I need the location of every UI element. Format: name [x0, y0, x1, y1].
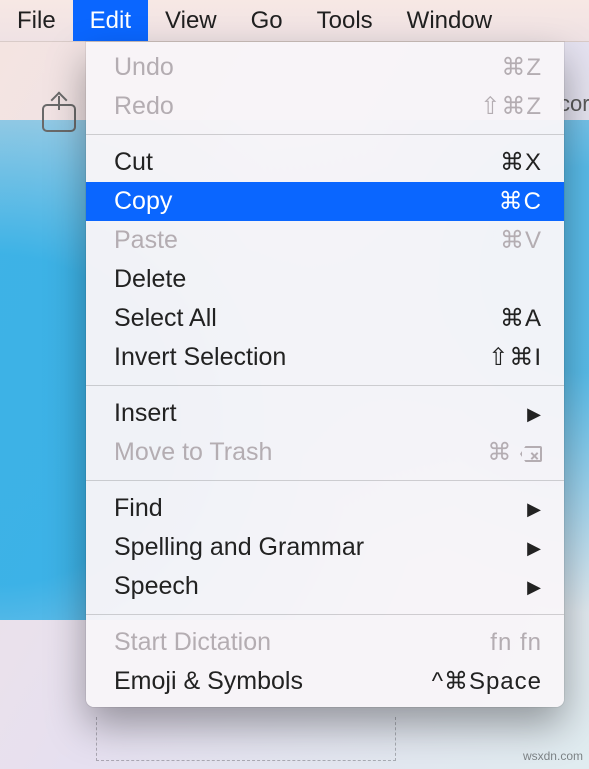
menu-item-redo[interactable]: Redo ⇧⌘Z [86, 87, 564, 126]
menu-item-delete[interactable]: Delete [86, 260, 564, 299]
menu-label: Go [251, 7, 283, 35]
menu-item-label: Speech [114, 572, 527, 601]
submenu-arrow-icon: ▶ [527, 495, 542, 523]
menu-item-shortcut: ⇧⌘Z [480, 92, 542, 121]
menu-separator [86, 614, 564, 615]
menu-label: File [17, 7, 56, 35]
menu-item-label: Invert Selection [114, 343, 488, 372]
menu-item-select-all[interactable]: Select All ⌘A [86, 299, 564, 338]
menu-item-invert-selection[interactable]: Invert Selection ⇧⌘I [86, 338, 564, 377]
menu-item-emoji-symbols[interactable]: Emoji & Symbols ^⌘Space [86, 662, 564, 701]
menu-item-label: Paste [114, 226, 500, 255]
menu-item-move-to-trash[interactable]: Move to Trash ⌘ [86, 433, 564, 472]
menu-item-shortcut: ⇧⌘I [488, 343, 542, 372]
menu-view[interactable]: View [148, 0, 234, 41]
menu-item-label: Select All [114, 304, 500, 333]
menu-item-label: Spelling and Grammar [114, 533, 527, 562]
menu-separator [86, 134, 564, 135]
menu-item-spelling-grammar[interactable]: Spelling and Grammar ▶ [86, 528, 564, 567]
menu-item-find[interactable]: Find ▶ [86, 489, 564, 528]
menu-item-shortcut: ⌘ [487, 438, 542, 467]
menu-bar: File Edit View Go Tools Window [0, 0, 589, 42]
submenu-arrow-icon: ▶ [527, 573, 542, 601]
menu-item-label: Find [114, 494, 527, 523]
menu-item-shortcut: fn fn [490, 629, 542, 657]
edit-menu-dropdown: Undo ⌘Z Redo ⇧⌘Z Cut ⌘X Copy ⌘C Paste ⌘V… [86, 42, 564, 707]
menu-label: Window [407, 7, 492, 35]
menu-item-shortcut: ⌘A [500, 304, 542, 333]
menu-label: Tools [317, 7, 373, 35]
menu-tools[interactable]: Tools [300, 0, 390, 41]
menu-item-label: Copy [114, 187, 499, 216]
menu-item-copy[interactable]: Copy ⌘C [86, 182, 564, 221]
menu-separator [86, 385, 564, 386]
menu-label: Edit [90, 7, 131, 35]
menu-item-shortcut: ⌘V [500, 226, 542, 255]
menu-item-shortcut: ⌘X [500, 148, 542, 177]
menu-separator [86, 480, 564, 481]
menu-item-label: Insert [114, 399, 527, 428]
menu-item-label: Delete [114, 265, 542, 294]
submenu-arrow-icon: ▶ [527, 534, 542, 562]
menu-item-paste[interactable]: Paste ⌘V [86, 221, 564, 260]
menu-item-label: Redo [114, 92, 480, 121]
menu-item-cut[interactable]: Cut ⌘X [86, 143, 564, 182]
menu-item-shortcut: ⌘C [499, 187, 542, 216]
menu-window[interactable]: Window [390, 0, 509, 41]
menu-item-speech[interactable]: Speech ▶ [86, 567, 564, 606]
menu-file[interactable]: File [0, 0, 73, 41]
menu-item-label: Emoji & Symbols [114, 667, 432, 696]
menu-item-insert[interactable]: Insert ▶ [86, 394, 564, 433]
menu-item-label: Start Dictation [114, 628, 490, 657]
menu-edit[interactable]: Edit [73, 0, 148, 41]
share-icon[interactable] [42, 104, 76, 132]
menu-item-label: Cut [114, 148, 500, 177]
menu-item-start-dictation[interactable]: Start Dictation fn fn [86, 623, 564, 662]
menu-go[interactable]: Go [234, 0, 300, 41]
thumbnail-selection-fragment [96, 717, 396, 761]
menu-label: View [165, 7, 217, 35]
menu-item-label: Move to Trash [114, 438, 487, 467]
delete-key-icon [520, 446, 542, 462]
watermark: wsxdn.com [523, 749, 583, 763]
menu-item-shortcut: ^⌘Space [432, 667, 542, 696]
submenu-arrow-icon: ▶ [527, 400, 542, 428]
menu-item-shortcut: ⌘Z [501, 53, 542, 82]
menu-item-undo[interactable]: Undo ⌘Z [86, 48, 564, 87]
menu-item-label: Undo [114, 53, 501, 82]
